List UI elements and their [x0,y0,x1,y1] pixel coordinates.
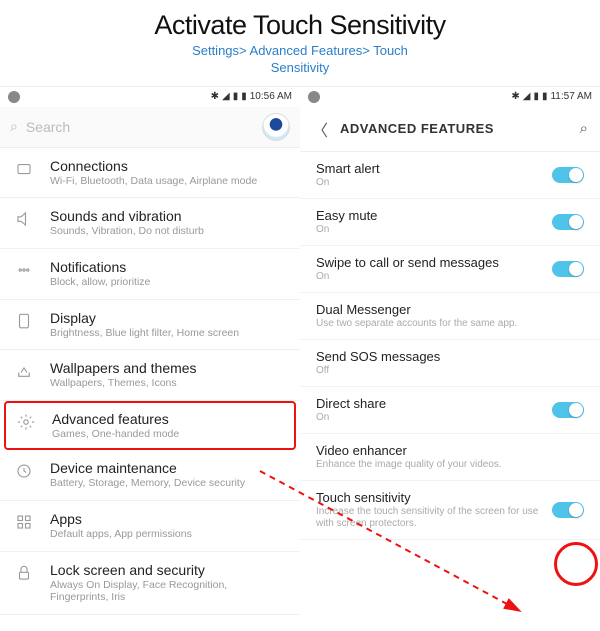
toggle-switch[interactable] [552,167,584,183]
toggle-switch[interactable] [552,261,584,277]
af-item-easy-mute[interactable]: Easy muteOn [300,199,600,246]
maintenance-icon [12,462,36,480]
item-label: Easy mute [316,208,552,223]
status-bar: ✱ ◢ ▮ ▮ 10:56 AM [0,87,300,107]
item-label: Display [50,310,288,326]
item-label: Apps [50,511,288,527]
item-sub: Sounds, Vibration, Do not disturb [50,225,288,238]
item-sub: Wi-Fi, Bluetooth, Data usage, Airplane m… [50,175,288,188]
screen-title: ADVANCED FEATURES [340,121,580,136]
search-row[interactable]: ⌕ Search [0,107,300,148]
item-sub: Games, One-handed mode [52,428,286,441]
item-sub: Use two separate accounts for the same a… [316,318,584,330]
search-input[interactable]: Search [26,119,262,135]
item-label: Device maintenance [50,460,288,476]
item-label: Direct share [316,396,552,411]
item-label: Lock screen and security [50,562,288,578]
item-sub: On [316,412,552,424]
settings-item-advanced-features[interactable]: Advanced featuresGames, One-handed mode [4,401,296,451]
wifi-icon: ◢ [523,91,531,102]
app-icon [8,91,20,103]
item-label: Wallpapers and themes [50,360,288,376]
item-label: Swipe to call or send messages [316,255,552,270]
search-icon: ⌕ [10,118,18,135]
item-label: Advanced features [52,411,286,427]
display-icon [12,312,36,330]
battery-icon: ▮ [241,91,247,102]
apps-icon [12,513,36,531]
item-sub: Increase the touch sensitivity of the sc… [316,506,552,530]
item-sub: Off [316,365,584,377]
item-sub: Battery, Storage, Memory, Device securit… [50,477,288,490]
connections-icon [12,160,36,178]
settings-screen: ✱ ◢ ▮ ▮ 10:56 AM ⌕ Search ConnectionsWi-… [0,86,300,616]
avatar[interactable] [262,113,290,141]
item-sub: Block, allow, prioritize [50,276,288,289]
settings-item-wallpapers-and-themes[interactable]: Wallpapers and themesWallpapers, Themes,… [0,350,300,401]
af-item-video-enhancer[interactable]: Video enhancerEnhance the image quality … [300,434,600,481]
item-sub: On [316,224,552,236]
item-label: Touch sensitivity [316,490,552,505]
item-sub: Enhance the image quality of your videos… [316,459,584,471]
af-item-send-sos-messages[interactable]: Send SOS messagesOff [300,340,600,387]
item-label: Connections [50,158,288,174]
item-sub: Brightness, Blue light filter, Home scre… [50,327,288,340]
bluetooth-icon: ✱ [511,91,519,102]
settings-item-lock-screen-and-security[interactable]: Lock screen and securityAlways On Displa… [0,552,300,615]
advanced-icon [14,413,38,431]
item-sub: Wallpapers, Themes, Icons [50,377,288,390]
item-label: Send SOS messages [316,349,584,364]
af-item-swipe-to-call-or-send-messages[interactable]: Swipe to call or send messagesOn [300,246,600,293]
toggle-switch[interactable] [552,214,584,230]
bluetooth-icon: ✱ [211,91,219,102]
back-icon[interactable]: 〈 [312,117,328,141]
item-label: Video enhancer [316,443,584,458]
item-sub: On [316,177,552,189]
notifications-icon [12,261,36,279]
status-time: 10:56 AM [250,91,292,102]
wifi-icon: ◢ [222,91,230,102]
search-icon[interactable]: ⌕ [580,120,588,137]
lock-icon [12,564,36,582]
page-title: Activate Touch Sensitivity [0,10,600,41]
status-time: 11:57 AM [550,91,592,102]
breadcrumb: Settings> Advanced Features> Touch Sensi… [0,43,600,77]
settings-item-connections[interactable]: ConnectionsWi-Fi, Bluetooth, Data usage,… [0,148,300,199]
settings-item-notifications[interactable]: NotificationsBlock, allow, prioritize [0,249,300,300]
af-item-smart-alert[interactable]: Smart alertOn [300,152,600,199]
settings-item-display[interactable]: DisplayBrightness, Blue light filter, Ho… [0,300,300,351]
sound-icon [12,210,36,228]
af-item-dual-messenger[interactable]: Dual MessengerUse two separate accounts … [300,293,600,340]
item-label: Notifications [50,259,288,275]
settings-item-sounds-and-vibration[interactable]: Sounds and vibrationSounds, Vibration, D… [0,198,300,249]
wallpaper-icon [12,362,36,380]
signal-icon: ▮ [233,91,239,102]
af-item-touch-sensitivity[interactable]: Touch sensitivityIncrease the touch sens… [300,481,600,540]
toggle-switch[interactable] [552,402,584,418]
settings-item-device-maintenance[interactable]: Device maintenanceBattery, Storage, Memo… [0,450,300,501]
item-label: Sounds and vibration [50,208,288,224]
item-label: Smart alert [316,161,552,176]
item-label: Dual Messenger [316,302,584,317]
item-sub: Default apps, App permissions [50,528,288,541]
item-sub: On [316,271,552,283]
status-bar: ✱ ◢ ▮ ▮ 11:57 AM [300,87,600,107]
app-icon [308,91,320,103]
settings-item-apps[interactable]: AppsDefault apps, App permissions [0,501,300,552]
battery-icon: ▮ [542,91,548,102]
af-item-direct-share[interactable]: Direct shareOn [300,387,600,434]
toggle-switch[interactable] [552,502,584,518]
advanced-features-screen: ✱ ◢ ▮ ▮ 11:57 AM 〈 ADVANCED FEATURES ⌕ S… [300,86,600,616]
signal-icon: ▮ [533,91,539,102]
